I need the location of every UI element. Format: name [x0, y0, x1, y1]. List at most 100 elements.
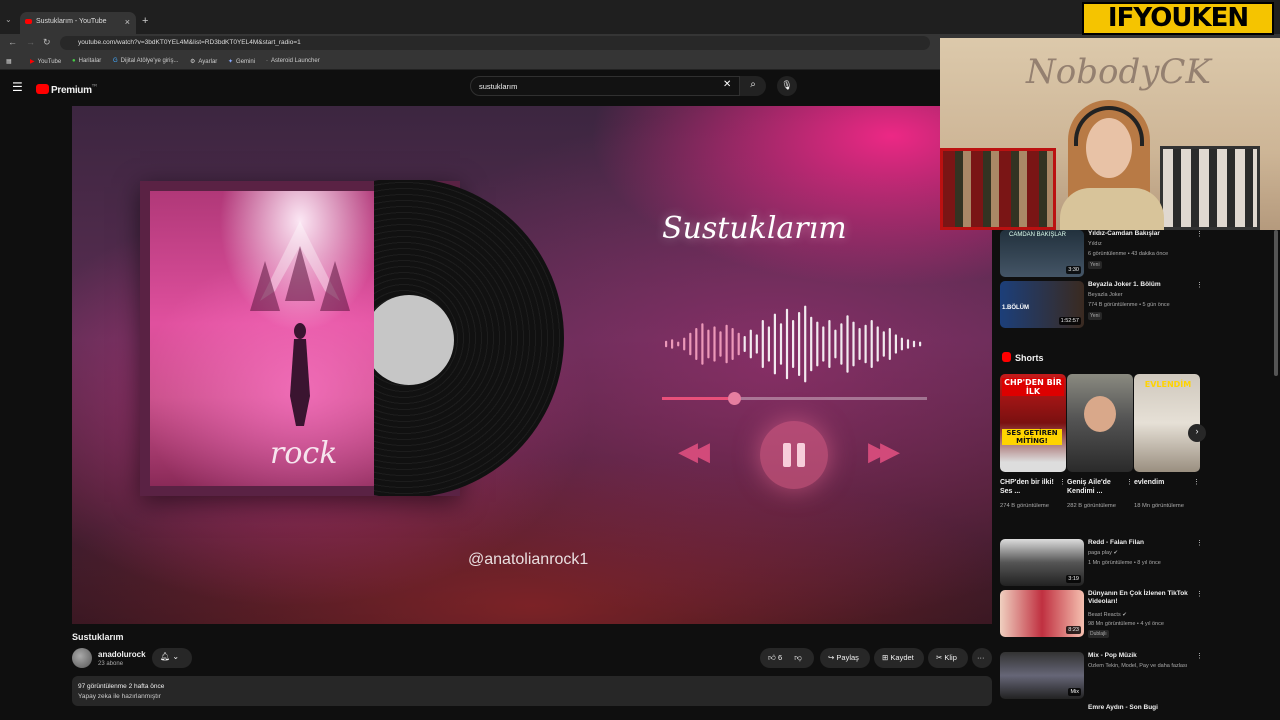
youtube-premium-logo[interactable]: PremiumTR — [36, 80, 97, 96]
subscriber-count: 23 abone — [98, 661, 124, 667]
video-thumbnail[interactable]: 3:19 — [1000, 539, 1084, 586]
close-tab-icon[interactable]: × — [125, 17, 130, 27]
waveform-bar — [864, 324, 867, 364]
channel-avatar[interactable] — [72, 648, 92, 668]
video-thumbnail[interactable]: 1.BÖLÜM 1:52:57 — [1000, 281, 1084, 328]
recommended-video[interactable]: CAMDAN BAKIŞLAR 3:30 Yıldız-Camdan Bakış… — [1000, 230, 1203, 278]
short-item[interactable]: CHP'DEN BİR İLK SES GETİREN MİTİNG! CHP'… — [1000, 374, 1066, 509]
waveform-bar — [683, 337, 686, 351]
waveform-bar — [707, 329, 710, 359]
shorts-next-button[interactable]: › — [1188, 424, 1206, 442]
shorts-icon — [1002, 352, 1011, 362]
more-icon[interactable]: ⋮ — [1196, 281, 1203, 289]
bookmark-settings[interactable]: ⚙ Ayarlar — [190, 58, 217, 65]
short-item[interactable]: EVLENDİM evlendim 18 Mn görüntüleme ⋮ — [1134, 374, 1200, 509]
waveform-bar — [665, 340, 668, 348]
recommended-mix[interactable]: Mix Mix - Pop Müzik Özlem Tekin, Model, … — [1000, 652, 1203, 700]
player-progress-bar[interactable] — [662, 392, 927, 405]
previous-icon[interactable]: ◀◀ — [678, 436, 710, 467]
voice-search-button[interactable]: 🎙︎ — [777, 76, 797, 96]
video-title-link[interactable]: Mix - Pop Müzik — [1088, 652, 1194, 660]
like-dislike-group[interactable]: 👍︎ 6 👎︎ — [760, 648, 814, 668]
apps-icon[interactable]: ▦ — [6, 58, 12, 65]
waveform-bar — [695, 328, 698, 360]
dubbed-badge: Dublajlı — [1088, 630, 1109, 638]
more-icon[interactable]: ⋮ — [1196, 539, 1203, 547]
waveform-bar — [798, 312, 801, 376]
video-duration: 3:30 — [1066, 266, 1081, 274]
save-button[interactable]: ⊞ Kaydet — [874, 648, 924, 668]
reload-icon[interactable]: ↻ — [43, 37, 51, 48]
waveform-bar — [894, 334, 897, 354]
recommended-video[interactable]: 3:19 Redd - Falan Filan paga play ✔ 1 Mn… — [1000, 539, 1203, 587]
video-thumbnail[interactable]: CAMDAN BAKIŞLAR 3:30 — [1000, 230, 1084, 277]
waveform-bar — [792, 320, 795, 368]
short-thumbnail[interactable]: EVLENDİM — [1134, 374, 1200, 472]
search-input[interactable]: sustuklarım — [470, 76, 740, 96]
browser-tab[interactable]: Sustuklarım - YouTube × — [20, 12, 136, 34]
video-title-link[interactable]: Dünyanın En Çok İzlenen TikTok Videoları… — [1088, 590, 1194, 606]
bookmark-label: Dijital Atölye'ye giriş... — [120, 58, 179, 64]
person-image — [1084, 396, 1116, 432]
new-tab-icon[interactable]: + — [142, 15, 148, 27]
short-overlay-text: SES GETİREN MİTİNG! — [1002, 429, 1062, 445]
waveform-bar — [840, 323, 843, 365]
clear-search-icon[interactable]: ✕ — [723, 79, 731, 90]
share-button[interactable]: ↪ Paylaş — [820, 648, 870, 668]
bookmark-maps[interactable]: ● Haritalar — [72, 58, 101, 64]
waveform-bar — [834, 329, 837, 359]
tab-search-icon[interactable]: ⌄ — [5, 15, 12, 24]
url-field[interactable]: youtube.com/watch?v=3bdKT0YEL4M&list=RD3… — [60, 36, 930, 50]
video-title-link[interactable]: Yıldız-Camdan Bakışlar — [1088, 230, 1194, 238]
notification-bell-button[interactable]: 🔔︎ ⌄ — [152, 648, 192, 668]
short-thumbnail[interactable]: CHP'DEN BİR İLK SES GETİREN MİTİNG! — [1000, 374, 1066, 472]
video-title-link[interactable]: Redd - Falan Filan — [1088, 539, 1194, 547]
next-icon[interactable]: ▶▶ — [868, 436, 900, 467]
more-icon[interactable]: ⋮ — [1126, 478, 1133, 486]
short-thumbnail[interactable] — [1067, 374, 1133, 472]
short-title[interactable]: Geniş Aile'de Kendimi ... — [1067, 478, 1123, 496]
video-channel: Beast Reacts ✔ — [1088, 612, 1127, 618]
clip-label: Klip — [944, 653, 957, 662]
channel-name[interactable]: anadolurock — [98, 650, 146, 659]
menu-icon[interactable]: ☰ — [12, 80, 23, 94]
waveform-bar — [713, 326, 716, 362]
waveform-bar — [876, 326, 879, 362]
forward-icon[interactable]: → — [26, 37, 35, 47]
bookmark-asteroid[interactable]: · Asteroid Launcher — [266, 58, 320, 64]
vinyl-record — [374, 180, 622, 496]
clip-button[interactable]: ✂ Klip — [928, 648, 968, 668]
recommended-video[interactable]: 8:23 Dünyanın En Çok İzlenen TikTok Vide… — [1000, 590, 1203, 638]
bell-icon: 🔔︎ ⌄ — [160, 652, 180, 661]
more-icon[interactable]: ⋮ — [1196, 652, 1203, 660]
short-title[interactable]: CHP'den bir ilki! Ses ... — [1000, 478, 1056, 496]
bookmark-gemini[interactable]: ✦ Gemini — [228, 58, 255, 65]
progress-knob[interactable] — [727, 392, 741, 405]
dislike-icon[interactable]: 👎︎ — [794, 653, 802, 662]
more-icon[interactable]: ⋮ — [1196, 590, 1203, 598]
video-player[interactable]: rock Sustuklarım ◀◀ ▶▶ @anatolianrock1 — [72, 106, 992, 624]
video-title-link[interactable]: Beyazla Joker 1. Bölüm — [1088, 281, 1194, 289]
pause-button[interactable] — [760, 421, 828, 489]
description-box[interactable]: 97 görüntülenme 2 hafta önce Yapay zeka … — [72, 676, 992, 706]
bookmark-youtube[interactable]: ▶ YouTube — [30, 58, 61, 65]
recommended-video[interactable]: Emre Aydın - Son Bugi — [1000, 704, 1200, 720]
video-thumbnail[interactable]: 8:23 — [1000, 590, 1084, 637]
search-button[interactable]: ⌕ — [740, 76, 766, 96]
short-title[interactable]: evlendim — [1134, 478, 1190, 487]
recommended-video[interactable]: 1.BÖLÜM 1:52:57 Beyazla Joker 1. Bölüm B… — [1000, 281, 1203, 329]
video-thumbnail[interactable]: Mix — [1000, 652, 1084, 699]
more-icon[interactable]: ⋮ — [1196, 230, 1203, 238]
back-icon[interactable]: ← — [8, 37, 17, 47]
bookmark-label: YouTube — [37, 59, 62, 65]
more-icon[interactable]: ⋮ — [1059, 478, 1066, 486]
more-icon[interactable]: ⋮ — [1193, 478, 1200, 486]
sidebar-scrollbar[interactable] — [1274, 230, 1278, 376]
bookmark-dijital[interactable]: G Dijital Atölye'ye giriş... — [113, 58, 179, 64]
video-title-link[interactable]: Emre Aydın - Son Bugi — [1088, 704, 1194, 712]
more-actions-button[interactable]: ··· — [972, 648, 992, 668]
like-icon[interactable]: 👍︎ — [768, 653, 776, 662]
short-item[interactable]: Geniş Aile'de Kendimi ... 282 B görüntül… — [1067, 374, 1133, 509]
short-overlay-text: EVLENDİM — [1144, 380, 1192, 389]
waveform-bar — [882, 331, 885, 357]
